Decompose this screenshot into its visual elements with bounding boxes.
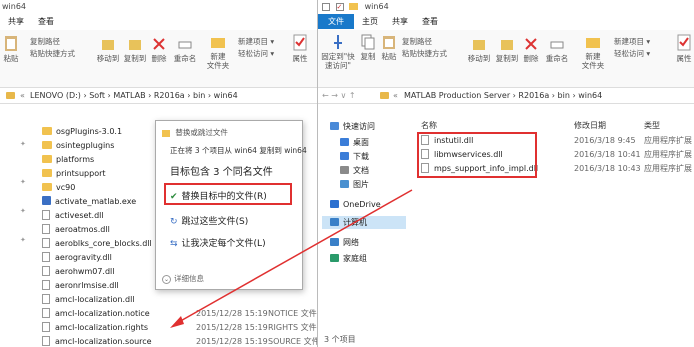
annotation-arrow: [170, 189, 413, 328]
